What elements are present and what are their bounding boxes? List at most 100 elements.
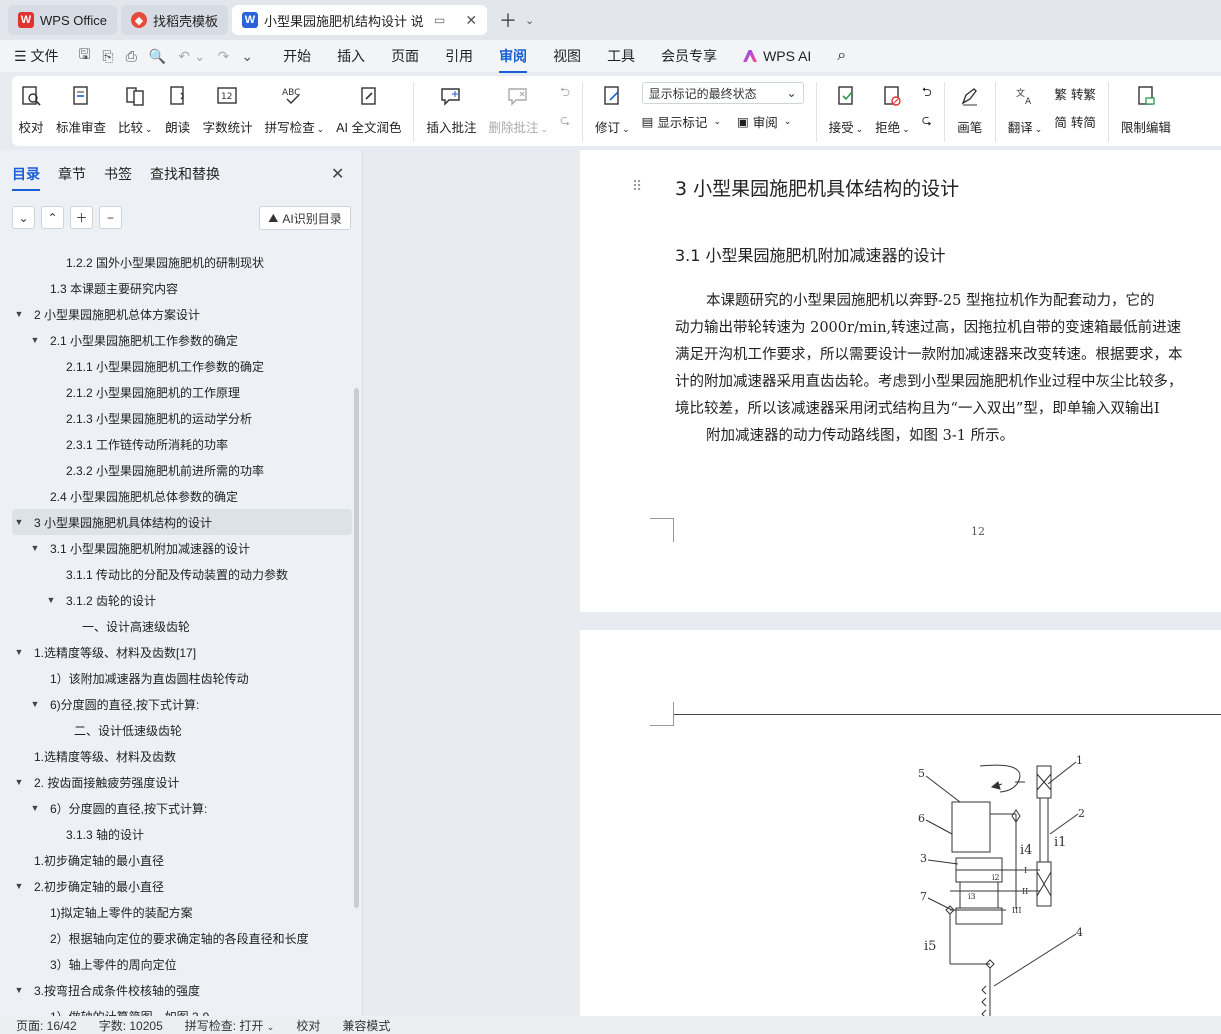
proof-status[interactable]: 校对 [296,1017,320,1034]
nav-tab-find-replace[interactable]: 查找和替换 [150,164,220,184]
menu-reference[interactable]: 引用 [445,46,473,66]
read-aloud-button[interactable]: 朗读 [165,82,191,136]
menu-insert[interactable]: 插入 [337,46,365,66]
ai-proofread-button[interactable]: AI 全文润色 [336,82,401,136]
more-chevron-icon[interactable]: ⌄ [241,48,253,65]
nav-tab-bookmarks[interactable]: 书签 [104,164,132,184]
menu-tools[interactable]: 工具 [607,46,635,66]
expand-arrow-icon[interactable]: ▼ [12,777,26,787]
toc-item[interactable]: 1.3 本课题主要研究内容 [12,275,352,301]
toc-item[interactable]: 3.1.3 轴的设计 [12,821,352,847]
nav-tab-toc[interactable]: 目录 [12,164,40,191]
expand-arrow-icon[interactable]: ▼ [12,647,26,657]
expand-arrow-icon[interactable]: ▼ [28,803,42,813]
new-tab-icon[interactable]: ＋ [499,7,517,33]
to-traditional-button[interactable]: 繁转繁 [1054,82,1096,104]
toc-item[interactable]: 3）轴上零件的周向定位 [12,951,352,977]
next-comment-icon[interactable]: ⮎ [560,110,570,132]
expand-arrow-icon[interactable]: ▼ [44,595,58,605]
nav-tab-chapters[interactable]: 章节 [58,164,86,184]
toc-item[interactable]: ▼ 2 小型果园施肥机总体方案设计 [12,301,352,327]
save-icon[interactable]: 🖫 [78,44,90,68]
menu-view[interactable]: 视图 [553,46,581,66]
track-changes-button[interactable]: 修订 ⌄ [595,82,630,136]
translate-button[interactable]: 文 A 翻译 ⌄ [1008,82,1043,136]
spell-check-button[interactable]: ABC 拼写检查 ⌄ [265,82,325,136]
previous-change-icon[interactable]: ⮌ [922,82,932,104]
tab-template[interactable]: ◆ 找稻壳模板 [120,5,228,35]
close-pane-icon[interactable]: ✕ [331,164,344,184]
toc-item[interactable]: ▼ 3.按弯扭合成条件校核轴的强度 [12,977,352,1003]
restrict-edit-button[interactable]: 限制编辑 [1121,82,1171,136]
markup-select[interactable]: 显示标记的最终状态 ⌄ [641,82,804,104]
undo-icon[interactable]: ↶ ⌄ [178,48,205,65]
toc-item[interactable]: 2.3.2 小型果园施肥机前进所需的功率 [12,457,352,483]
chevron-down-icon[interactable]: ⌄ [525,14,534,27]
toc-item[interactable]: 2.1.3 小型果园施肥机的运动学分析 [12,405,352,431]
add-heading-icon[interactable]: ＋ [70,206,93,229]
export-icon[interactable]: ⎘ [102,48,113,65]
toc-item[interactable]: 1)拟定轴上零件的装配方案 [12,899,352,925]
window-icon[interactable]: ▭ [434,13,445,27]
compare-button[interactable]: 比较 ⌄ [118,82,153,136]
toc-item[interactable]: 2.1.1 小型果园施肥机工作参数的确定 [12,353,352,379]
page-indicator[interactable]: 页面: 16/42 [16,1017,77,1034]
review-pane-button[interactable]: 审阅 [753,112,778,131]
insert-comment-button[interactable]: 插入批注 [426,82,476,136]
toc-item[interactable]: 2.4 小型果园施肥机总体参数的确定 [12,483,352,509]
collapse-up-icon[interactable]: ⌃ [41,206,64,229]
remove-heading-icon[interactable]: − [99,206,122,229]
print-preview-icon[interactable]: 🔍 [149,48,166,65]
expand-arrow-icon[interactable]: ▼ [12,517,26,527]
previous-comment-icon[interactable]: ⮌ [560,82,570,104]
toc-item[interactable]: ▼ 2. 按齿面接触疲劳强度设计 [12,769,352,795]
show-markup-button[interactable]: 显示标记 [657,112,707,131]
tab-document[interactable]: W 小型果园施肥机结构设计 说明 ▭ ✕ [231,5,488,35]
toc-item[interactable]: 2）根据轴向定位的要求确定轴的各段直径和长度 [12,925,352,951]
reject-button[interactable]: 拒绝 ⌄ [875,82,910,136]
ai-recognize-toc-button[interactable]: ⛰ AI识别目录 [259,206,351,230]
toc-item[interactable]: 3.1.1 传动比的分配及传动装置的动力参数 [12,561,352,587]
toc-item[interactable]: 2.3.1 工作链传动所消耗的功率 [12,431,352,457]
expand-arrow-icon[interactable]: ▼ [28,335,42,345]
to-simplified-button[interactable]: 简转简 [1054,110,1096,132]
toc-item[interactable]: 2.1.2 小型果园施肥机的工作原理 [12,379,352,405]
toc-item[interactable]: ▼ 3.1 小型果园施肥机附加减速器的设计 [12,535,352,561]
proof-button[interactable]: 校对 [18,82,44,136]
print-icon[interactable]: ⎙ [126,48,137,65]
tab-wps-office[interactable]: W WPS Office [8,5,117,35]
expand-arrow-icon[interactable]: ▼ [12,881,26,891]
toc-item[interactable]: 二、设计低速级齿轮 [12,717,352,743]
menu-member[interactable]: 会员专享 [661,46,717,66]
toc-item[interactable]: ▼ 3.1.2 齿轮的设计 [12,587,352,613]
toc-item[interactable]: ▼ 1.选精度等级、材料及齿数[17] [12,639,352,665]
search-icon[interactable]: ⌕ [837,47,846,65]
toc-item[interactable]: 1.初步确定轴的最小直径 [12,847,352,873]
pen-button[interactable]: 画笔 [957,82,983,136]
toc-item[interactable]: 一、设计高速级齿轮 [12,613,352,639]
word-count-indicator[interactable]: 字数: 10205 [99,1017,163,1034]
toc-item[interactable]: ▼ 3 小型果园施肥机具体结构的设计 [12,509,352,535]
menu-review[interactable]: 审阅 [499,46,528,73]
drag-handle-icon[interactable]: ⠿ [632,178,642,195]
redo-icon[interactable]: ↷ [218,48,230,65]
menu-page[interactable]: 页面 [391,46,419,66]
delete-comment-button[interactable]: 删除批注 ⌄ [488,82,548,136]
expand-arrow-icon[interactable]: ▼ [28,699,42,709]
toc-item[interactable]: 1）该附加减速器为直齿圆柱齿轮传动 [12,665,352,691]
wps-ai-button[interactable]: WPS AI [743,48,811,64]
toc-item[interactable]: 1.选精度等级、材料及齿数 [12,743,352,769]
expand-arrow-icon[interactable]: ▼ [28,543,42,553]
toc-item[interactable]: ▼ 2.1 小型果园施肥机工作参数的确定 [12,327,352,353]
menu-home[interactable]: 开始 [283,46,311,66]
spell-check-status[interactable]: 拼写检查: 打开 ⌄ [185,1017,275,1034]
toc-item[interactable]: ▼ 2.初步确定轴的最小直径 [12,873,352,899]
toc-item[interactable]: ▼ 6)分度圆的直径,按下式计算: [12,691,352,717]
expand-arrow-icon[interactable]: ▼ [12,985,26,995]
expand-arrow-icon[interactable]: ▼ [12,309,26,319]
file-menu[interactable]: ☰ 文件 [14,46,58,66]
next-change-icon[interactable]: ⮎ [922,110,932,132]
word-count-button[interactable]: 12 字数统计 [203,82,253,136]
toc-item[interactable]: 1.2.2 国外小型果园施肥机的研制现状 [12,249,352,275]
accept-button[interactable]: 接受 ⌄ [829,82,863,136]
